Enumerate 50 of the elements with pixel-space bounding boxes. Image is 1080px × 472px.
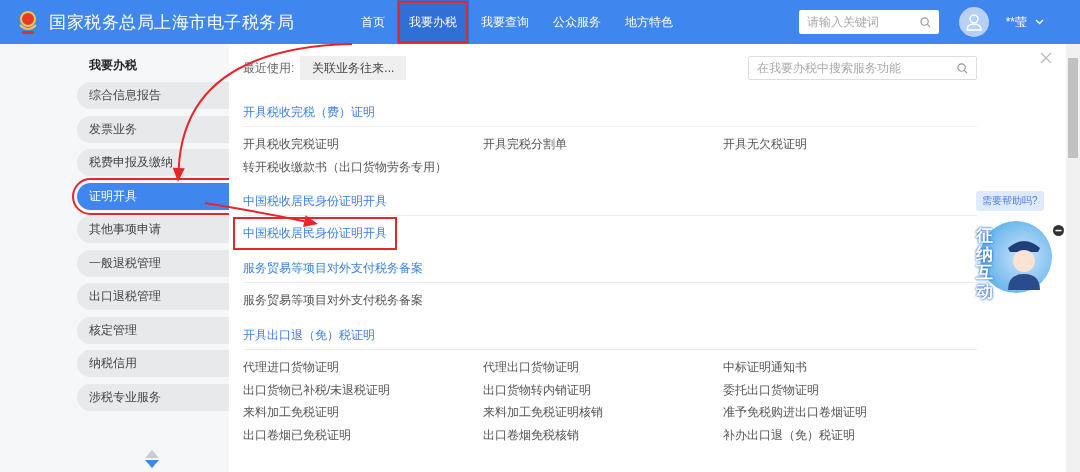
section-heading: 开具出口退（免）税证明 [243, 326, 977, 350]
avatar-icon[interactable] [958, 7, 989, 37]
recent-label: 最近使用: [243, 59, 295, 77]
recent-item-button[interactable]: 关联业务往来... [300, 56, 407, 80]
service-item[interactable]: 出口卷烟免税核销 [483, 423, 579, 447]
service-item[interactable]: 开具完税分割单 [483, 133, 567, 156]
user-name[interactable]: **莹 [1005, 13, 1027, 31]
sidebar-item[interactable]: 纳税信用 [77, 350, 229, 377]
nav-tab[interactable]: 地方特色 [613, 0, 685, 44]
service-item[interactable]: 出口货物转内销证明 [483, 378, 591, 402]
service-item[interactable]: 委托出口货物证明 [723, 378, 819, 402]
service-item[interactable]: 准予免税购进出口卷烟证明 [723, 401, 867, 424]
scroll-down-icon[interactable] [145, 460, 159, 468]
sidebar-item[interactable]: 涉税专业服务 [77, 383, 229, 411]
nav-tab[interactable]: 公众服务 [541, 0, 613, 44]
service-item[interactable]: 代理出口货物证明 [483, 355, 579, 379]
emblem-icon [17, 9, 39, 35]
site-title: 国家税务总局上海市电子税务局 [49, 11, 295, 34]
service-item[interactable]: 来料加工免税证明核销 [483, 401, 603, 424]
nav-tab[interactable]: 首页 [349, 0, 397, 44]
sidebar-item[interactable]: 其他事项申请 [77, 216, 229, 243]
search-icon [957, 62, 968, 74]
sidebar-item[interactable]: 综合信息报告 [77, 82, 229, 109]
sidebar-item[interactable]: 发票业务 [77, 115, 229, 143]
nav-tab[interactable]: 我要办税 [397, 0, 469, 44]
section-heading: 开具税收完税（费）证明 [243, 104, 977, 127]
scrollbar-thumb[interactable] [1068, 58, 1078, 158]
search-icon [919, 16, 931, 28]
service-item[interactable]: 服务贸易等项目对外支付税务备案 [243, 289, 423, 312]
service-item[interactable]: 转开税收缴款书（出口货物劳务专用） [243, 155, 447, 179]
nav-tab[interactable]: 我要查询 [469, 0, 541, 44]
service-item[interactable]: 出口卷烟已免税证明 [243, 423, 351, 447]
sidebar-item[interactable]: 核定管理 [77, 316, 229, 344]
sidebar-item[interactable]: 出口退税管理 [77, 283, 229, 310]
help-bubble[interactable]: 需要帮助吗? [976, 191, 1044, 211]
service-item[interactable]: 来料加工免税证明 [243, 401, 339, 424]
service-item[interactable]: 中标证明通知书 [723, 355, 807, 379]
service-item[interactable]: 补办出口退（免）税证明 [723, 423, 855, 447]
minimize-icon[interactable] [1053, 225, 1064, 236]
close-icon[interactable] [1040, 52, 1052, 64]
service-item[interactable]: 出口货物已补税/未退税证明 [243, 378, 391, 402]
sidebar-item[interactable]: 一般退税管理 [77, 249, 229, 277]
service-link[interactable]: 中国税收居民身份证明开具 [233, 217, 397, 251]
sidebar-title: 我要办税 [89, 57, 138, 74]
sidebar-item[interactable]: 税费申报及缴纳 [77, 149, 229, 176]
service-item[interactable]: 开具无欠税证明 [723, 133, 807, 156]
service-item[interactable]: 开具税收完税证明 [243, 133, 339, 156]
chevron-down-icon[interactable] [1035, 19, 1044, 25]
section-heading: 中国税收居民身份证明开具 [243, 193, 977, 217]
service-item[interactable]: 代理进口货物证明 [243, 355, 339, 379]
